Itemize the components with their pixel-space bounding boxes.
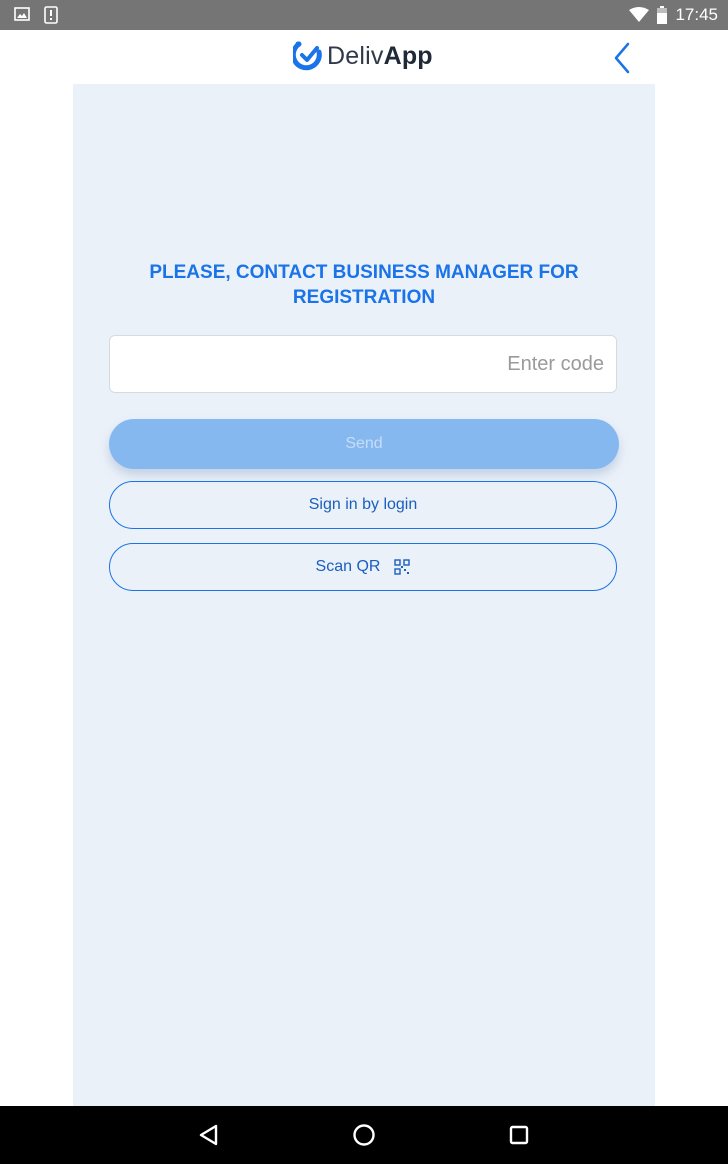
recents-square-icon — [509, 1125, 529, 1145]
logo-text-light: Deliv — [327, 41, 384, 70]
scan-qr-button[interactable]: Scan QR — [109, 543, 617, 591]
delivapp-logo-icon — [293, 41, 322, 71]
image-icon — [14, 7, 30, 21]
headline-line-2: REGISTRATION — [292, 287, 436, 308]
back-button[interactable] — [608, 40, 638, 76]
sign-in-by-login-button[interactable]: Sign in by login — [109, 481, 617, 529]
app-logo: DelivApp — [293, 40, 433, 72]
chevron-left-icon — [614, 42, 630, 74]
back-triangle-icon — [199, 1124, 218, 1146]
code-input[interactable] — [109, 335, 617, 393]
nav-home-button[interactable] — [351, 1122, 377, 1148]
app-header: DelivApp — [0, 30, 728, 84]
nav-back-button[interactable] — [196, 1122, 222, 1148]
qr-code-icon — [394, 559, 411, 575]
scan-qr-label: Scan QR — [315, 558, 381, 575]
status-time: 17:45 — [675, 5, 718, 24]
battery-icon — [657, 6, 668, 24]
send-button[interactable]: Send — [109, 419, 619, 469]
alert-icon — [44, 6, 58, 24]
status-right: 17:45 — [629, 5, 718, 25]
main-content: PLEASE, CONTACT BUSINESS MANAGER FOR REG… — [73, 84, 655, 1106]
status-left-icons — [14, 6, 58, 24]
wifi-icon — [629, 7, 650, 22]
status-bar: 17:45 — [0, 0, 728, 30]
registration-headline: PLEASE, CONTACT BUSINESS MANAGER FOR REG… — [73, 260, 655, 310]
logo-text: DelivApp — [327, 42, 433, 71]
system-nav-bar — [0, 1106, 728, 1164]
logo-text-bold: App — [383, 41, 433, 70]
send-button-label: Send — [345, 435, 383, 452]
nav-recents-button[interactable] — [506, 1122, 532, 1148]
headline-line-1: PLEASE, CONTACT BUSINESS MANAGER FOR — [149, 262, 579, 283]
sign-in-by-login-label: Sign in by login — [308, 496, 418, 513]
home-circle-icon — [353, 1124, 375, 1146]
